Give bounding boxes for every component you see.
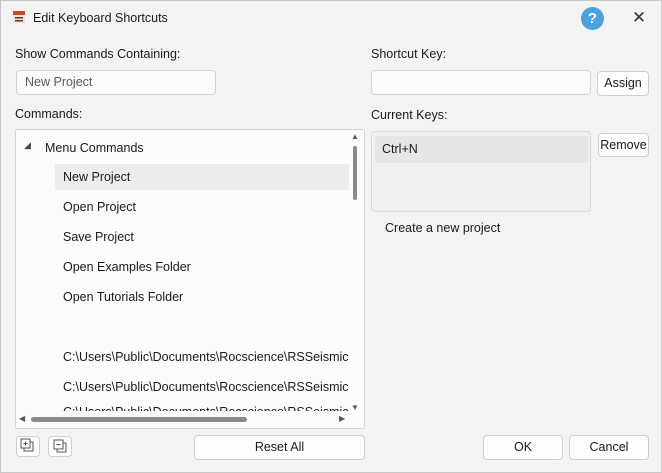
list-item[interactable]: C:\Users\Public\Documents\Rocscience\RSS…	[63, 344, 349, 370]
tree-group-menu-commands[interactable]: Menu Commands	[45, 135, 144, 161]
dialog-window: Edit Keyboard Shortcuts ? ✕ Show Command…	[0, 0, 662, 473]
list-item[interactable]: Open Examples Folder	[63, 254, 191, 280]
remove-button[interactable]: Remove	[598, 133, 649, 157]
ok-button[interactable]: OK	[483, 435, 563, 460]
scroll-left-icon[interactable]: ◀	[19, 414, 25, 423]
current-key-item[interactable]: Ctrl+N	[375, 136, 588, 163]
collapse-all-button[interactable]	[48, 436, 72, 457]
filter-input[interactable]: New Project	[16, 70, 216, 95]
shortcut-key-label: Shortcut Key:	[371, 47, 447, 61]
list-item[interactable]: Open Project	[63, 194, 136, 220]
scroll-down-icon[interactable]: ▼	[351, 403, 359, 412]
expand-all-icon	[20, 438, 34, 452]
list-item[interactable]: C:\Users\Public\Documents\Rocscience\RSS…	[63, 374, 349, 400]
list-item[interactable]: Open Tutorials Folder	[63, 284, 183, 310]
list-item[interactable]: Save Project	[63, 224, 134, 250]
scroll-right-icon[interactable]: ▶	[339, 414, 345, 423]
expand-all-button[interactable]	[16, 436, 40, 457]
current-keys-label: Current Keys:	[371, 108, 448, 122]
horizontal-scroll-thumb[interactable]	[31, 417, 247, 422]
cancel-button[interactable]: Cancel	[569, 435, 649, 460]
list-item[interactable]: C:\Users\Public\Documents\Rocscience\RSS…	[63, 399, 349, 411]
expand-arrow-icon[interactable]: ◢	[24, 140, 31, 151]
commands-label: Commands:	[15, 107, 83, 121]
reset-all-button[interactable]: Reset All	[194, 435, 365, 460]
list-item[interactable]: New Project	[55, 164, 349, 190]
command-description: Create a new project	[385, 221, 501, 235]
close-icon[interactable]: ✕	[627, 7, 651, 29]
window-title: Edit Keyboard Shortcuts	[33, 11, 168, 25]
app-icon	[13, 11, 25, 23]
shortcut-key-input[interactable]	[371, 70, 591, 95]
question-icon[interactable]: ?	[581, 7, 604, 30]
scroll-up-icon[interactable]: ▲	[351, 132, 359, 141]
collapse-all-icon	[53, 439, 67, 453]
assign-button[interactable]: Assign	[597, 71, 649, 96]
filter-label: Show Commands Containing:	[15, 47, 181, 61]
vertical-scroll-thumb[interactable]	[353, 146, 357, 200]
